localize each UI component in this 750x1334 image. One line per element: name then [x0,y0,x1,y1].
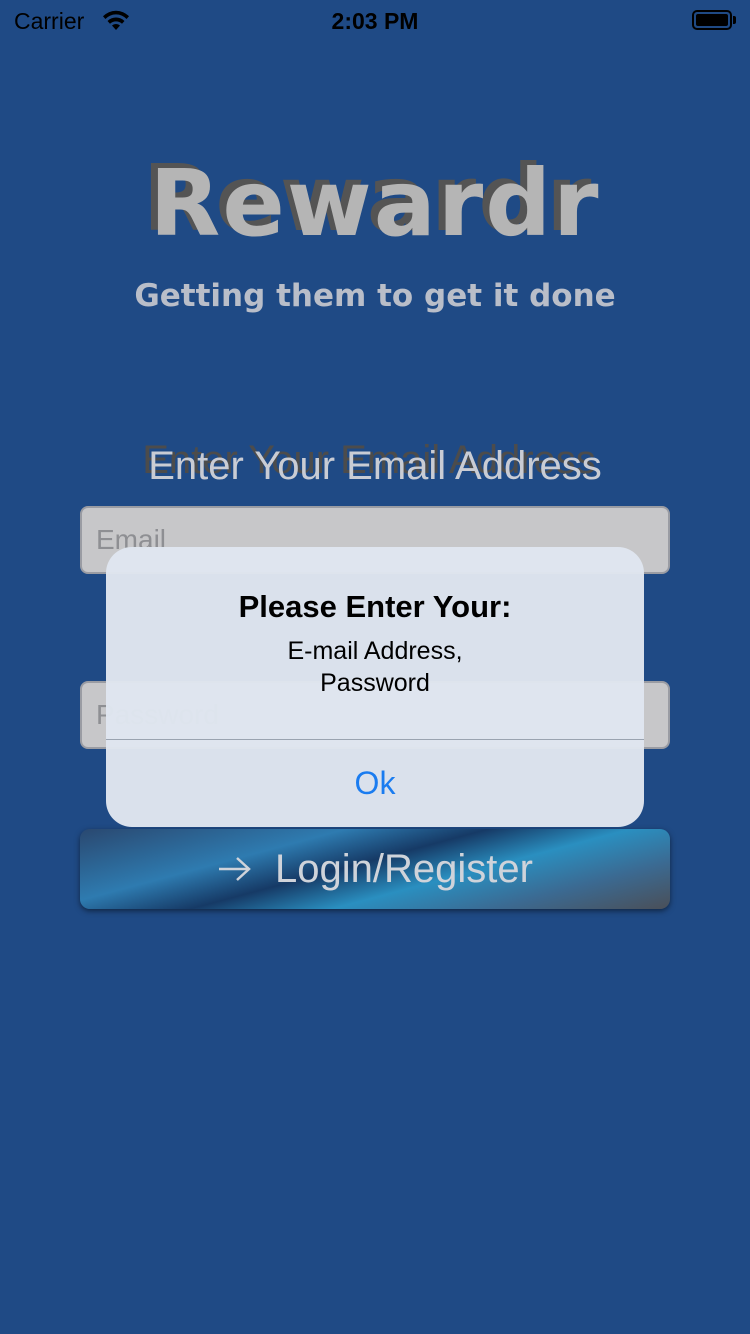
alert-title: Please Enter Your: [238,589,512,624]
alert-message-line: Password [320,669,430,697]
alert-ok-button[interactable]: Ok [106,740,644,827]
alert-message-line: E-mail Address, [287,637,463,665]
alert-dialog: Please Enter Your: E-mail Address, Passw… [106,547,644,827]
login-screen: Carrier 2:03 PM Rewardr Getting them to … [0,0,750,1334]
alert-message: E-mail Address, Password [106,635,644,699]
